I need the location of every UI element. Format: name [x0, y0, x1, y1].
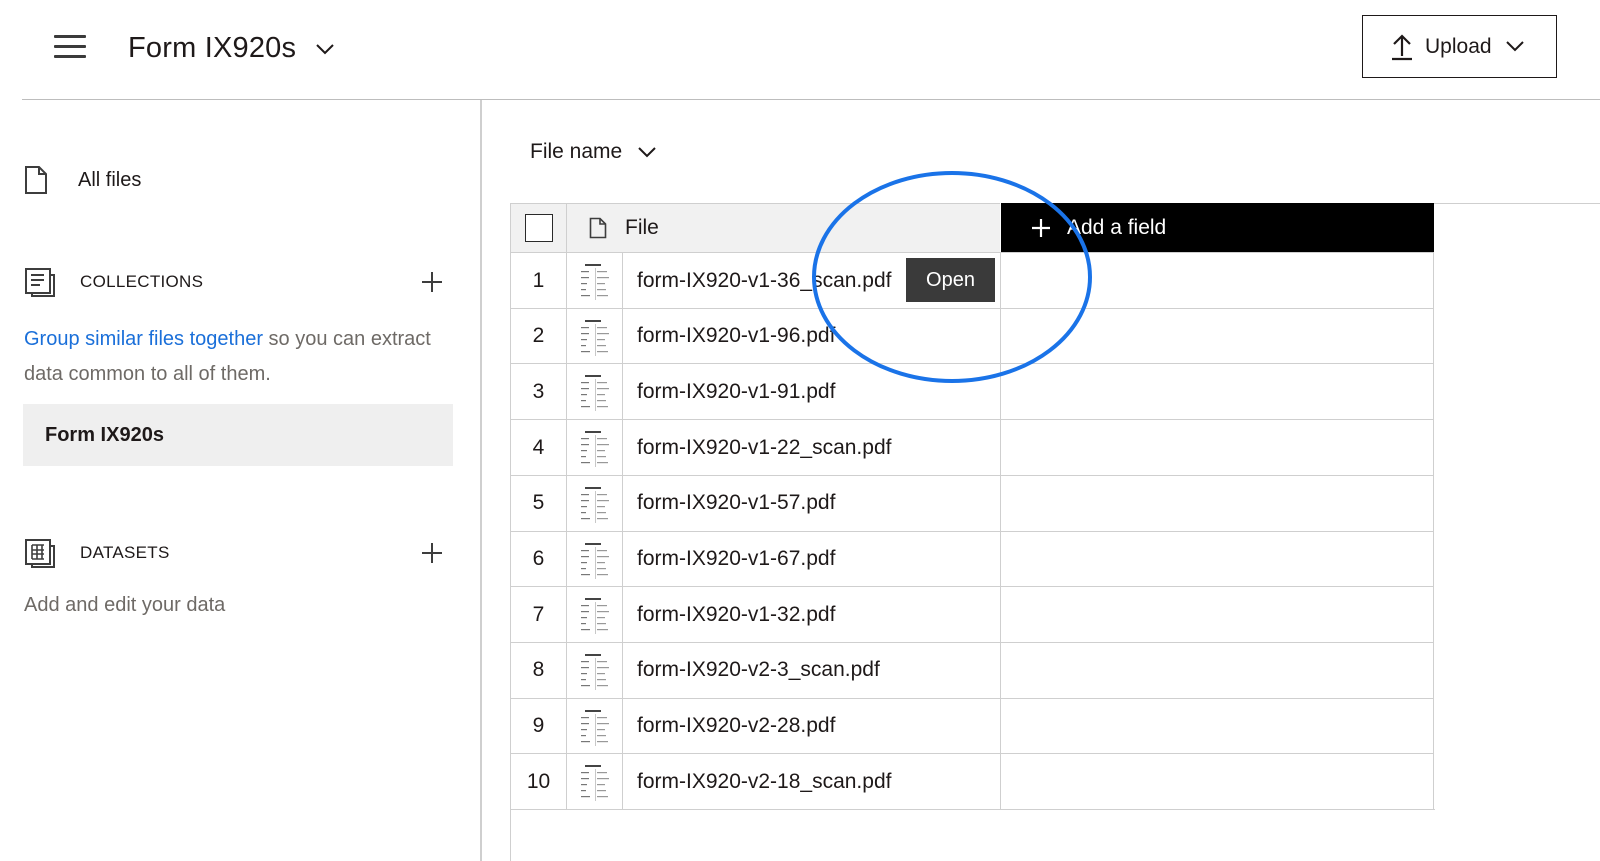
file-thumbnail[interactable] [566, 252, 622, 308]
file-thumbnail[interactable] [566, 530, 622, 587]
header-divider [22, 99, 1600, 100]
table-row[interactable]: 9 form-IX920-v2-28.pdf [510, 697, 1435, 754]
sidebar-divider [480, 100, 482, 861]
file-thumbnail[interactable] [566, 641, 622, 698]
row-number: 7 [510, 586, 566, 643]
file-thumbnail[interactable] [566, 474, 622, 531]
chevron-down-icon [1505, 41, 1524, 52]
table-header-row: File Add a field [510, 203, 1435, 252]
field-cell[interactable] [1000, 586, 1434, 643]
row-number: 2 [510, 307, 566, 364]
row-number: 1 [510, 252, 566, 308]
upload-icon [1392, 33, 1412, 60]
file-column-label: File [625, 216, 659, 239]
add-dataset-button[interactable] [420, 541, 444, 565]
file-name[interactable]: form-IX920-v2-18_scan.pdf [622, 753, 1000, 810]
file-thumbnail[interactable] [566, 586, 622, 643]
add-field-label: Add a field [1067, 215, 1167, 239]
file-column-header[interactable]: File [566, 203, 1000, 252]
file-name[interactable]: form-IX920-v1-67.pdf [622, 530, 1000, 587]
chevron-down-icon [638, 146, 656, 157]
table-row[interactable]: 6 form-IX920-v1-67.pdf [510, 530, 1435, 587]
file-thumbnail[interactable] [566, 753, 622, 810]
table-row[interactable]: 3 form-IX920-v1-91.pdf [510, 363, 1435, 420]
add-collection-button[interactable] [420, 270, 444, 294]
row-number: 10 [510, 753, 566, 810]
collection-icon [25, 268, 55, 297]
collection-item-label: Form IX920s [45, 423, 164, 446]
file-name[interactable]: form-IX920-v1-96.pdf [622, 307, 1000, 364]
row-number: 9 [510, 697, 566, 754]
file-thumbnail[interactable] [566, 419, 622, 476]
plus-icon [1032, 218, 1050, 237]
field-cell[interactable] [1000, 252, 1434, 308]
sort-label: File name [530, 140, 623, 163]
field-cell[interactable] [1000, 307, 1434, 364]
row-number: 3 [510, 363, 566, 420]
table-row[interactable]: 10 form-IX920-v2-18_scan.pdf [510, 753, 1435, 810]
upload-button[interactable]: Upload [1362, 15, 1557, 78]
file-name[interactable]: form-IX920-v2-3_scan.pdf [622, 641, 1000, 698]
sidebar-item-label: All files [78, 168, 142, 191]
file-icon [25, 166, 47, 194]
add-field-button[interactable]: Add a field [1001, 203, 1434, 252]
table-left-border [510, 807, 511, 861]
group-files-link[interactable]: Group similar files together [24, 328, 263, 350]
upload-label: Upload [1425, 34, 1492, 58]
menu-icon[interactable] [52, 33, 88, 61]
collection-title-dropdown[interactable]: Form IX920s [128, 28, 334, 68]
table-row[interactable]: 4 form-IX920-v1-22_scan.pdf [510, 419, 1435, 476]
row-number: 4 [510, 419, 566, 476]
select-all-cell [510, 203, 566, 252]
file-thumbnail[interactable] [566, 363, 622, 420]
table-row[interactable]: 2 form-IX920-v1-96.pdf [510, 307, 1435, 364]
open-button[interactable]: Open [906, 258, 995, 302]
dataset-icon [25, 539, 55, 568]
field-cell[interactable] [1000, 641, 1434, 698]
collections-section-header: COLLECTIONS [24, 264, 444, 300]
row-number: 6 [510, 530, 566, 587]
field-cell[interactable] [1000, 419, 1434, 476]
sidebar-item-all-files[interactable]: All files [24, 160, 141, 200]
toolbar-divider [1434, 203, 1600, 204]
chevron-down-icon [316, 43, 334, 54]
row-number: 5 [510, 474, 566, 531]
datasets-description: Add and edit your data [24, 594, 226, 616]
file-name[interactable]: form-IX920-v1-22_scan.pdf [622, 419, 1000, 476]
page-title: Form IX920s [128, 31, 297, 64]
datasets-section-header: DATASETS [24, 535, 444, 571]
table-bottom-border [510, 809, 1435, 810]
field-cell[interactable] [1000, 474, 1434, 531]
table-row[interactable]: 5 form-IX920-v1-57.pdf [510, 474, 1435, 531]
field-cell[interactable] [1000, 530, 1434, 587]
field-cell[interactable] [1000, 363, 1434, 420]
file-name[interactable]: form-IX920-v1-32.pdf [622, 586, 1000, 643]
datasets-heading: DATASETS [80, 543, 170, 562]
collections-heading: COLLECTIONS [80, 272, 204, 291]
field-cell[interactable] [1000, 753, 1434, 810]
file-name[interactable]: form-IX920-v1-91.pdf [622, 363, 1000, 420]
table-row[interactable]: 8 form-IX920-v2-3_scan.pdf [510, 641, 1435, 698]
file-thumbnail[interactable] [566, 307, 622, 364]
top-bar: Form IX920s Upload [0, 0, 1600, 101]
file-icon [589, 217, 607, 239]
file-name[interactable]: form-IX920-v1-57.pdf [622, 474, 1000, 531]
sort-dropdown[interactable]: File name [530, 135, 656, 169]
collections-description: Group similar files together so you can … [24, 322, 464, 392]
collection-item-form-ix920s[interactable]: Form IX920s [23, 404, 453, 466]
field-cell[interactable] [1000, 697, 1434, 754]
row-number: 8 [510, 641, 566, 698]
select-all-checkbox[interactable] [524, 214, 553, 242]
table-row[interactable]: 7 form-IX920-v1-32.pdf [510, 586, 1435, 643]
file-thumbnail[interactable] [566, 697, 622, 754]
file-name[interactable]: form-IX920-v2-28.pdf [622, 697, 1000, 754]
